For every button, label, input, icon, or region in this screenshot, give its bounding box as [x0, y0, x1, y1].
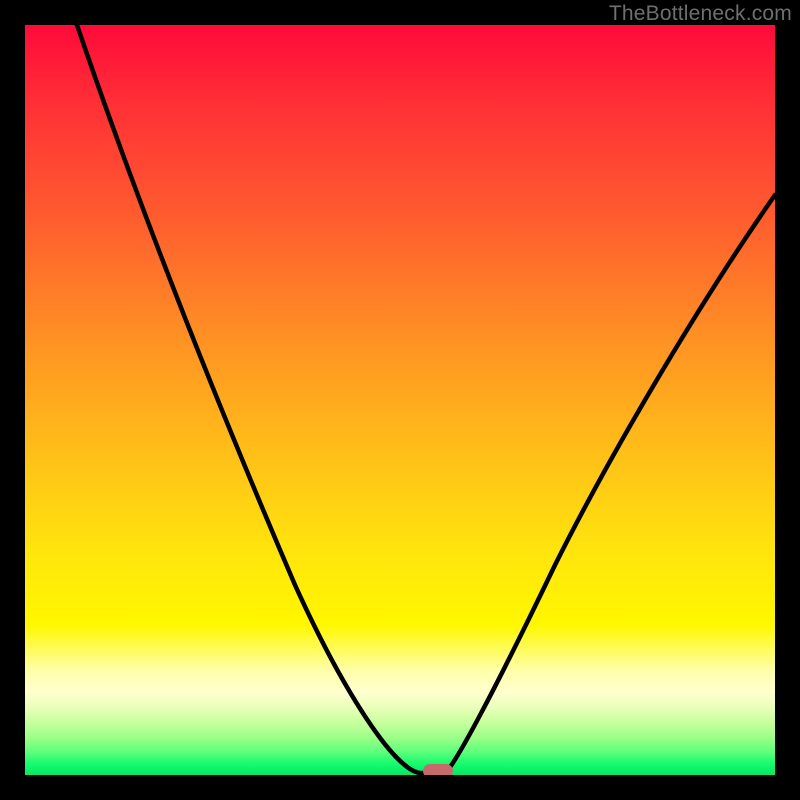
- watermark-text: TheBottleneck.com: [609, 2, 792, 26]
- optimal-marker: [423, 764, 453, 775]
- chart-frame: TheBottleneck.com: [0, 0, 800, 800]
- bottleneck-curve: [25, 25, 775, 775]
- plot-area: [25, 25, 775, 775]
